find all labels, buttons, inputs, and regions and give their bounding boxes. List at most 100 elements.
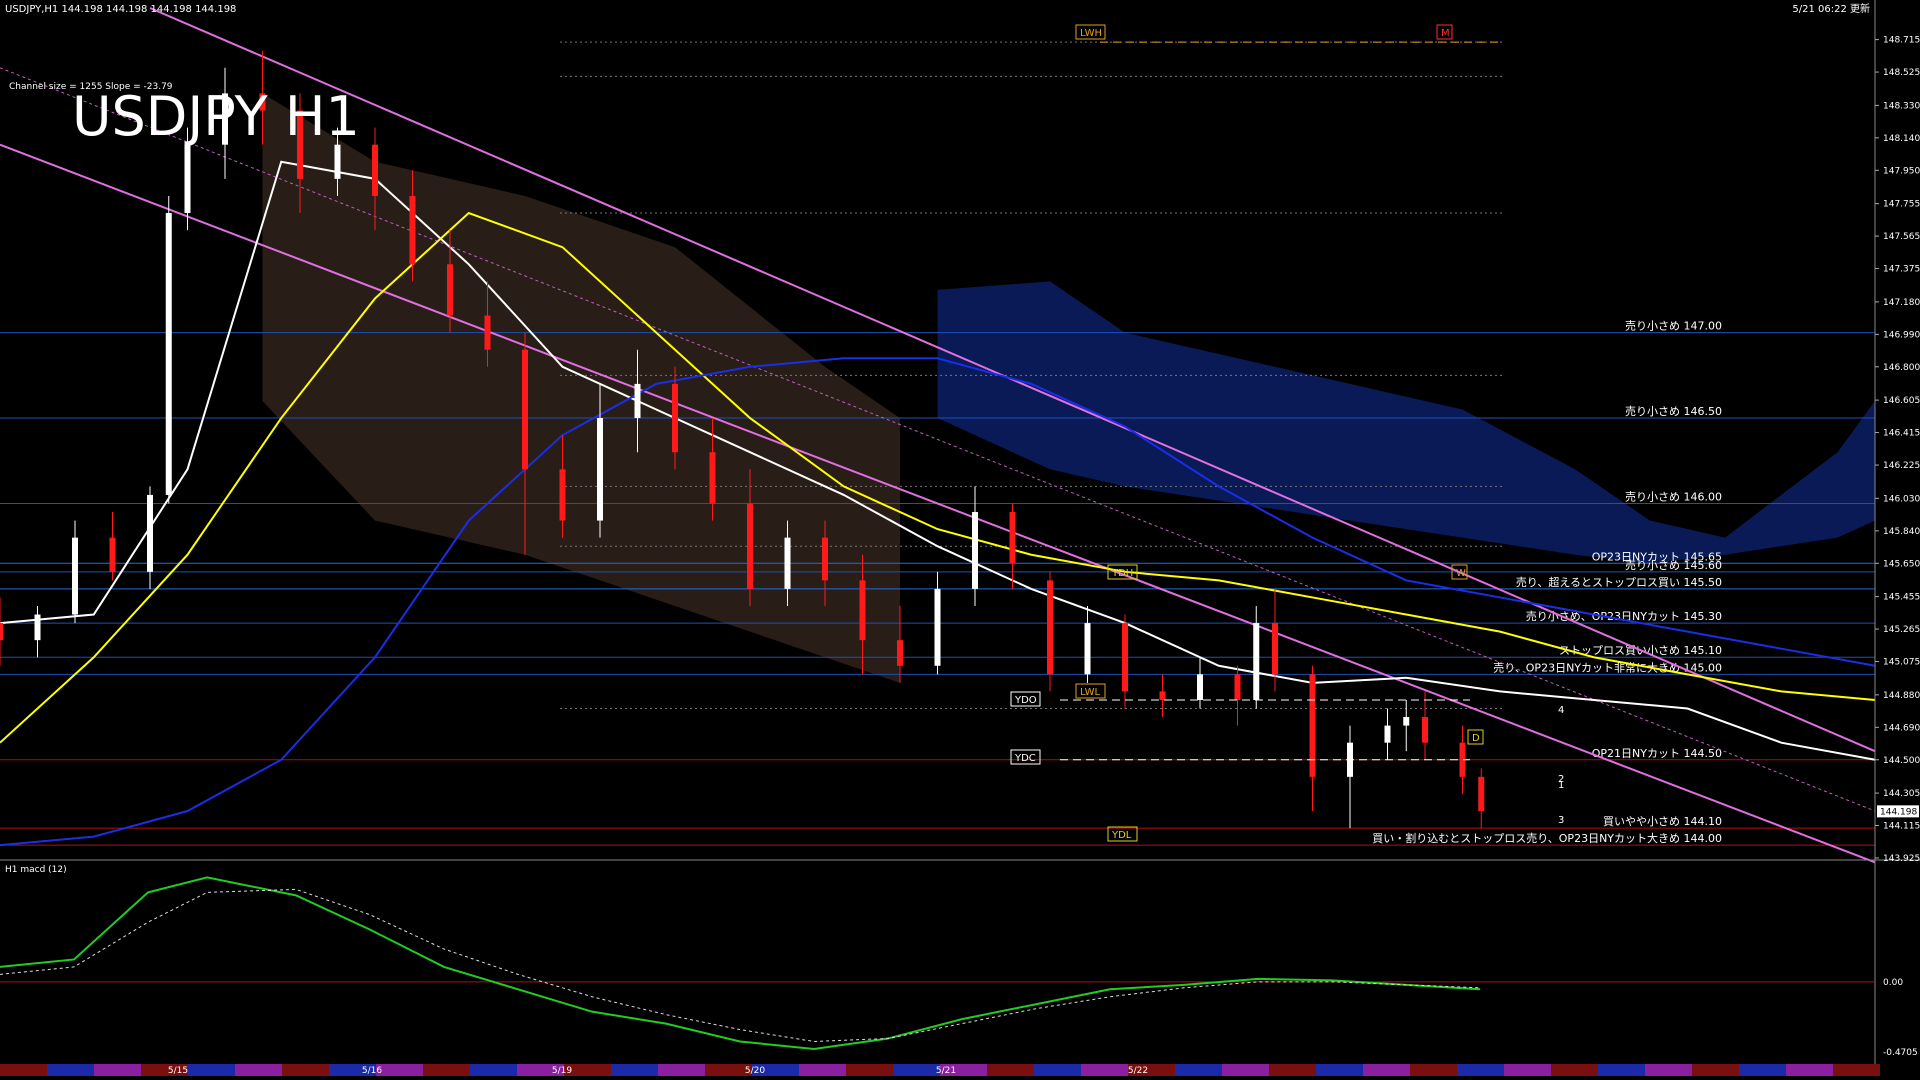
price-chart[interactable]: 売り小さめ 147.00売り小さめ 146.50売り小さめ 146.00OP23… [0, 0, 1920, 1080]
price-level-label: 売り、超えるとストップロス買い 145.50 [1516, 575, 1722, 589]
price-tick-label: 146.605 [1883, 396, 1920, 406]
candle-body [747, 503, 753, 589]
candle-body [784, 537, 791, 589]
price-tick-label: 148.525 [1883, 68, 1920, 78]
candle-body [1122, 623, 1128, 692]
projection-number: 4 [1558, 705, 1564, 716]
date-strip-segment [893, 1064, 940, 1076]
price-tick-label: 144.690 [1883, 723, 1920, 733]
price-tick-label: 145.455 [1883, 593, 1920, 603]
date-label: 5/19 [552, 1066, 572, 1076]
projection-number: 3 [1558, 815, 1564, 826]
candle-body [634, 383, 641, 419]
candle-body [72, 537, 78, 615]
date-strip-segment [1034, 1064, 1081, 1076]
candle-body [409, 195, 416, 265]
date-strip-segment [1222, 1064, 1269, 1076]
price-tick-label: 147.375 [1883, 265, 1920, 275]
price-level-label: 売り小さめ 147.00 [1625, 320, 1722, 333]
macd-tick-label: -0.4705 [1883, 1048, 1918, 1058]
chart-title: USDJPY H1 [72, 85, 360, 148]
date-strip-segment [1692, 1064, 1739, 1076]
candle-body [709, 452, 716, 504]
date-strip-segment [94, 1064, 141, 1076]
candle-body [372, 144, 378, 196]
price-level-label: 売り小さめ 146.00 [1625, 490, 1722, 503]
price-level-label: 売り小さめ、OP23日NYカット 145.30 [1526, 610, 1722, 623]
candle-body [34, 614, 41, 641]
price-tick-label: 147.180 [1883, 298, 1920, 308]
date-strip-segment [1269, 1064, 1316, 1076]
candle-body [597, 418, 603, 521]
candle-body [1234, 674, 1241, 700]
candle-body [1309, 674, 1316, 777]
date-label: 5/21 [936, 1066, 956, 1076]
price-tick-label: 146.800 [1883, 363, 1920, 373]
candle-body [972, 512, 978, 589]
date-strip-segment [1504, 1064, 1551, 1076]
candle-body [147, 494, 153, 572]
date-strip-segment [235, 1064, 282, 1076]
date-strip-segment [282, 1064, 329, 1076]
price-tick-label: 148.140 [1883, 134, 1920, 144]
candle-body [0, 623, 3, 641]
candle-body [859, 580, 866, 641]
price-tick-label: 145.840 [1883, 527, 1920, 537]
price-tick-label: 144.880 [1883, 691, 1920, 701]
date-strip-segment [188, 1064, 235, 1076]
macd-tick-label: 0.00 [1883, 978, 1903, 988]
price-tick-label: 145.265 [1883, 625, 1920, 635]
price-tick-label: 148.715 [1883, 36, 1920, 46]
date-strip-segment [1457, 1064, 1504, 1076]
candle-body [559, 469, 566, 521]
date-strip-segment [1175, 1064, 1222, 1076]
date-strip-segment [1410, 1064, 1457, 1076]
candle-body [484, 315, 491, 350]
date-strip-segment [0, 1064, 47, 1076]
price-level-label: 売り小さめ 146.50 [1625, 405, 1722, 418]
candle-body [672, 383, 678, 453]
date-strip-segment [1645, 1064, 1692, 1076]
candle-body [1047, 580, 1053, 675]
ydl-text: YDL [1111, 830, 1132, 841]
date-strip-segment [1833, 1064, 1880, 1076]
price-tick-label: 146.990 [1883, 330, 1920, 340]
macd-title: H1 macd (12) [5, 865, 67, 875]
price-tick-label: 145.075 [1883, 658, 1920, 668]
price-tick-label: 147.755 [1883, 200, 1920, 210]
price-tick-label: 145.650 [1883, 559, 1920, 569]
candle-body [1422, 717, 1428, 743]
date-strip-segment [1081, 1064, 1128, 1076]
price-tick-label: 147.950 [1883, 166, 1920, 176]
candle-body [1384, 725, 1391, 743]
ydo-text: YDO [1014, 695, 1037, 706]
candle-body [1403, 717, 1410, 726]
date-strip-segment [987, 1064, 1034, 1076]
d-marker-text: D [1472, 733, 1480, 744]
candle-body [334, 144, 341, 179]
projection-number: 2 [1558, 774, 1564, 785]
candle-body [1478, 776, 1485, 812]
price-level-label: 買いやや小さめ 144.10 [1603, 815, 1722, 828]
price-level-label: 売り、OP23日NYカット非常に大きめ 145.00 [1493, 660, 1722, 674]
date-strip-segment [1598, 1064, 1645, 1076]
candle-body [184, 144, 191, 214]
date-strip-segment [799, 1064, 846, 1076]
date-strip-segment [47, 1064, 94, 1076]
date-strip-segment [846, 1064, 893, 1076]
date-strip-segment [611, 1064, 658, 1076]
lwh-text: LWH [1080, 28, 1102, 39]
date-strip-segment [423, 1064, 470, 1076]
current-price-label: 144.198 [1880, 807, 1917, 817]
candle-body [1253, 623, 1260, 700]
symbol-line: USDJPY,H1 144.198 144.198 144.198 144.19… [5, 4, 236, 15]
date-strip-segment [1739, 1064, 1786, 1076]
date-label: 5/15 [168, 1066, 188, 1076]
date-label: 5/20 [745, 1066, 765, 1076]
ydh-text: YDH [1111, 568, 1133, 579]
date-strip-segment [1316, 1064, 1363, 1076]
candle-body [109, 537, 116, 572]
price-tick-label: 148.330 [1883, 101, 1920, 111]
ydc-text: YDC [1014, 753, 1036, 764]
candle-body [1084, 623, 1091, 675]
